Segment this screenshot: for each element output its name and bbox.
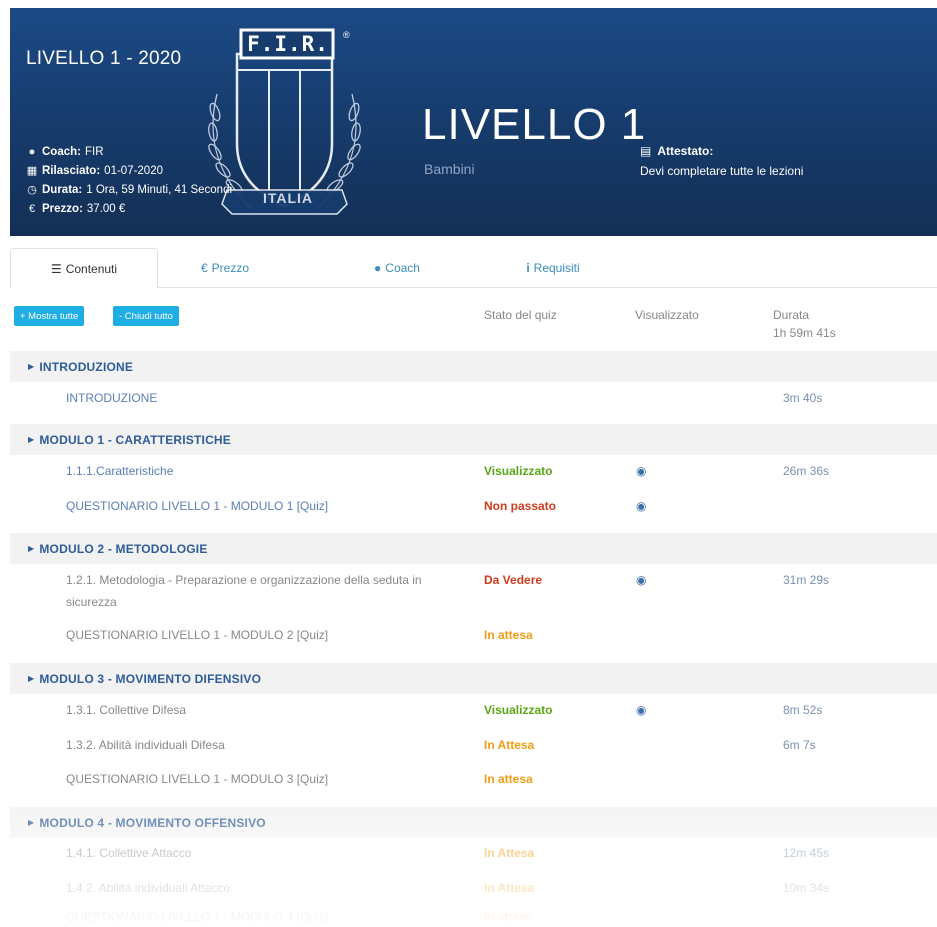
lesson-title-continued[interactable]: sicurezza [66, 595, 117, 609]
column-duration: Durata 1h 59m 41s [773, 308, 836, 340]
lesson-title[interactable]: 1.4.2. Abilità individuali Attacco [66, 881, 230, 895]
section-modulo-4[interactable]: ▶ MODULO 4 - MOVIMENTO OFFENSIVO [10, 807, 937, 838]
eye-icon: ◉ [636, 464, 647, 478]
section-introduzione[interactable]: ▶ INTRODUZIONE [10, 351, 937, 382]
logo-registered-mark: ® [343, 30, 350, 40]
lesson-title[interactable]: QUESTIONARIO LIVELLO 1 - MODULO 1 [Quiz] [66, 499, 328, 513]
eye-icon: ◉ [636, 573, 647, 587]
course-subtitle: Bambini [424, 161, 475, 177]
info-icon: i [526, 261, 530, 275]
logo-ribbon-text: ITALIA [262, 190, 314, 206]
list-icon: ☰ [50, 261, 62, 276]
certificate-info: ▤ Attestato: Devi completare tutte le le… [640, 141, 803, 181]
tab-requisiti[interactable]: i Requisiti [488, 248, 618, 288]
lesson-title[interactable]: 1.2.1. Metodologia - Preparazione e orga… [66, 573, 422, 587]
quiz-status: Da Vedere [484, 573, 543, 587]
meta-price: € Prezzo: 37.00 € [26, 200, 232, 219]
lesson-title[interactable]: QUESTIONARIO LIVELLO 1 - MODULO 4 [Quiz] [66, 910, 328, 924]
meta-coach: ● Coach: FIR [26, 143, 232, 162]
meta-duration: ◷ Durata: 1 Ora, 59 Minuti, 41 Secondi [26, 181, 232, 200]
lesson-title[interactable]: QUESTIONARIO LIVELLO 1 - MODULO 3 [Quiz] [66, 772, 328, 786]
user-icon: ● [28, 146, 36, 158]
tab-coach[interactable]: ● Coach [332, 248, 462, 288]
euro-icon: € [200, 261, 208, 275]
lesson-duration: 8m 52s [783, 703, 823, 717]
document-icon: ▤ [640, 144, 652, 158]
course-code: LIVELLO 1 - 2020 [26, 48, 182, 69]
caret-right-icon: ▶ [28, 362, 35, 371]
lesson-title[interactable]: 1.4.1. Collettive Attacco [66, 846, 191, 860]
quiz-status: In attesa [484, 910, 533, 924]
eye-icon: ◉ [636, 703, 647, 717]
euro-icon: € [28, 203, 36, 215]
clock-icon: ◷ [27, 184, 37, 196]
quiz-status: Non passato [484, 499, 557, 513]
section-modulo-2[interactable]: ▶ MODULO 2 - METODOLOGIE [10, 533, 937, 564]
lesson-title[interactable]: 1.3.1. Collettive Difesa [66, 703, 186, 717]
course-tabs: ☰ Contenuti € Prezzo ● Coach i Requisiti [10, 248, 937, 289]
quiz-status: In Attesa [484, 846, 535, 860]
lesson-duration: 6m 7s [783, 738, 816, 752]
calendar-icon: ▦ [26, 165, 38, 177]
course-header-banner: LIVELLO 1 - 2020 F.I.R. ® ITALIA ● Coach… [10, 8, 937, 236]
user-icon: ● [374, 261, 382, 275]
caret-right-icon: ▶ [28, 435, 35, 444]
lesson-duration: 10m 34s [783, 881, 830, 895]
quiz-status: Visualizzato [484, 464, 553, 478]
quiz-status: In Attesa [484, 881, 535, 895]
lesson-title[interactable]: 1.3.2. Abilità individuali Difesa [66, 738, 225, 752]
lesson-duration: 31m 29s [783, 573, 830, 587]
quiz-status: In Attesa [484, 738, 535, 752]
tab-prezzo[interactable]: € Prezzo [160, 248, 290, 288]
course-title: LIVELLO 1 [422, 100, 647, 149]
certificate-text: Devi completare tutte le lezioni [640, 164, 804, 178]
lesson-title[interactable]: INTRODUZIONE [66, 391, 157, 405]
quiz-status: In attesa [484, 628, 533, 642]
caret-right-icon: ▶ [28, 674, 35, 683]
logo-wordmark: F.I.R. [247, 32, 329, 56]
quiz-status: In attesa [484, 772, 533, 786]
caret-right-icon: ▶ [28, 818, 35, 827]
section-modulo-3[interactable]: ▶ MODULO 3 - MOVIMENTO DIFENSIVO [10, 663, 937, 694]
lesson-title[interactable]: 1.1.1.Caratteristiche [66, 464, 173, 478]
column-viewed: Visualizzato [635, 308, 699, 322]
eye-icon: ◉ [636, 499, 647, 513]
lesson-duration: 26m 36s [783, 464, 830, 478]
course-meta: ● Coach: FIR ▦ Rilasciato: 01-07-2020 ◷ … [26, 143, 232, 219]
column-quiz-status: Stato del quiz [484, 308, 557, 322]
caret-right-icon: ▶ [28, 544, 35, 553]
expand-all-button[interactable]: + Mostra tutte [14, 306, 85, 326]
lesson-duration: 12m 45s [783, 846, 830, 860]
lesson-duration: 3m 40s [783, 391, 823, 405]
section-modulo-1[interactable]: ▶ MODULO 1 - CARATTERISTICHE [10, 424, 937, 455]
quiz-status: Visualizzato [484, 703, 553, 717]
collapse-all-button[interactable]: - Chiudi tutto [113, 306, 179, 326]
total-duration: 1h 59m 41s [773, 326, 836, 340]
tab-contenuti[interactable]: ☰ Contenuti [10, 248, 158, 289]
meta-issued: ▦ Rilasciato: 01-07-2020 [26, 162, 232, 181]
lesson-title[interactable]: QUESTIONARIO LIVELLO 1 - MODULO 2 [Quiz] [66, 628, 328, 642]
